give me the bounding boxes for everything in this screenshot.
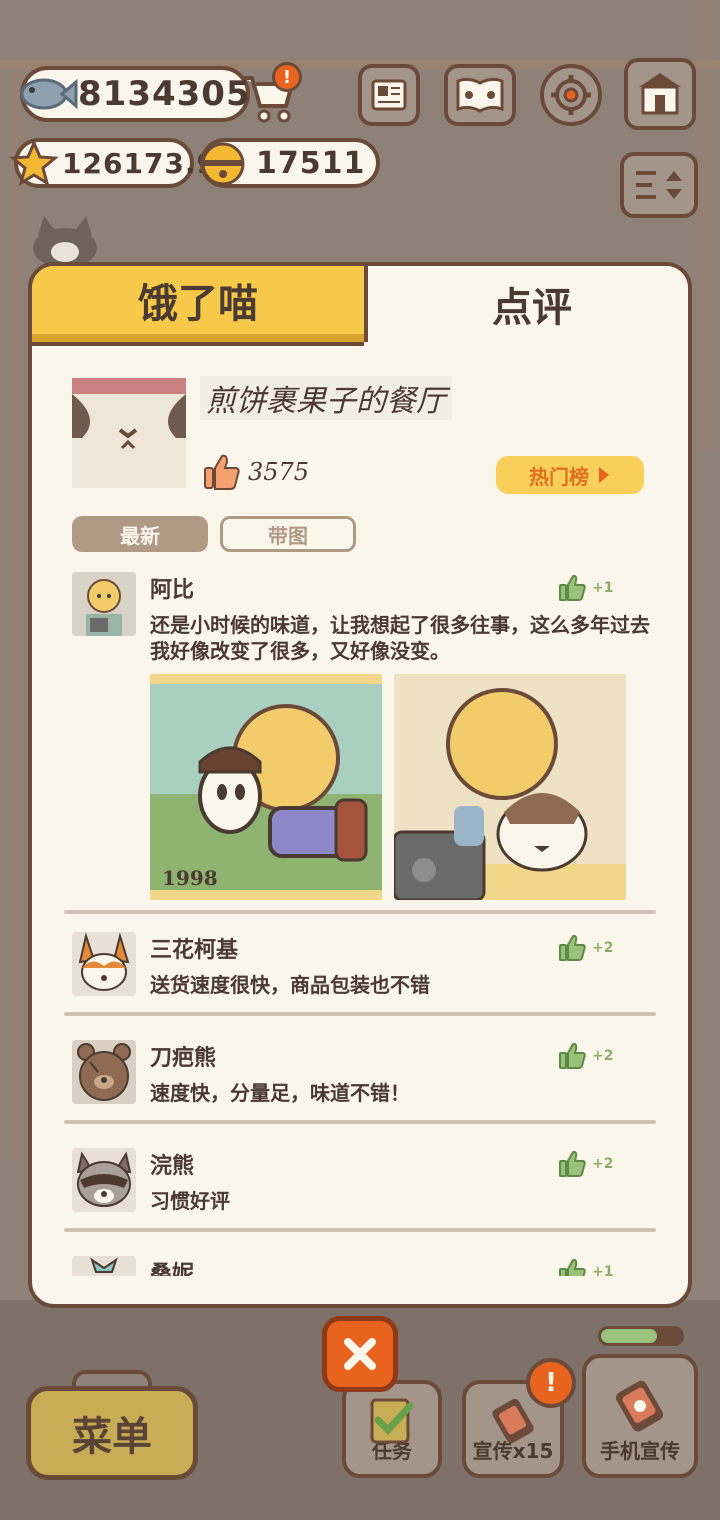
fish-icon xyxy=(20,78,78,110)
thumbs-up-icon xyxy=(559,1042,586,1069)
raccoon-avatar xyxy=(72,1148,136,1212)
reviewer-name: 刀疤熊 xyxy=(150,1046,217,1071)
review-text: 速度快，分量足，味道不错！ xyxy=(150,1081,410,1105)
photo-caption: 1998 xyxy=(162,866,218,890)
review-item: 刀疤熊 +2 速度快，分量足，味道不错！ xyxy=(72,1040,662,1116)
star-amount: 126173.9 xyxy=(62,146,218,180)
background-beam xyxy=(10,60,24,1160)
review-photo[interactable]: 1998 xyxy=(150,674,382,900)
filter-with-photos[interactable]: 带图 xyxy=(220,516,356,552)
avatar xyxy=(72,572,136,636)
paw-book-icon xyxy=(456,77,504,113)
photo-boy-with-cat xyxy=(394,674,626,900)
phone-promote-button[interactable]: 手机宣传 xyxy=(582,1354,698,1478)
reviewer-name: 桑妮 xyxy=(150,1262,195,1276)
newspaper-icon xyxy=(371,79,407,111)
phone-promo-icon xyxy=(492,1398,534,1444)
review-like-button[interactable]: +1 xyxy=(558,574,613,602)
avatar xyxy=(72,1256,136,1276)
bell-icon xyxy=(201,142,245,186)
avatar xyxy=(72,932,136,996)
thumbs-up-icon xyxy=(559,574,586,601)
restaurant-thumbnail xyxy=(72,378,186,488)
tab-reviews[interactable]: 点评 xyxy=(364,266,688,342)
shop-icon xyxy=(639,73,681,115)
avatar xyxy=(72,1148,136,1212)
settings-button[interactable] xyxy=(540,64,602,126)
review-divider xyxy=(64,910,656,914)
gear-icon xyxy=(551,75,591,115)
restaurant-likes: 3575 xyxy=(202,452,309,492)
phone-promo-icon xyxy=(615,1380,664,1432)
review-like-button[interactable]: +2 xyxy=(558,934,613,962)
bald-boy-avatar xyxy=(72,572,136,636)
hot-ranking-label: 热门榜 xyxy=(529,464,589,489)
thumbs-up-icon xyxy=(559,1150,586,1177)
newspaper-button[interactable] xyxy=(358,64,420,126)
review-item: 桑妮 +1 xyxy=(72,1256,662,1276)
thumbs-up-icon xyxy=(559,934,586,961)
reviewer-name: 阿比 xyxy=(150,578,195,603)
promote-alert-badge: ! xyxy=(526,1358,576,1408)
background-cat xyxy=(33,216,97,266)
review-divider xyxy=(64,1228,656,1232)
checklist-icon xyxy=(370,1398,414,1444)
phone-promote-label: 手机宣传 xyxy=(600,1439,680,1463)
fish-amount: 8134305 xyxy=(78,74,251,114)
chevron-right-icon xyxy=(599,467,609,483)
menu-button[interactable]: 菜单 xyxy=(26,1386,198,1480)
star-icon xyxy=(10,140,58,187)
cart-alert-badge: ! xyxy=(272,62,302,92)
tab-divider xyxy=(32,342,364,346)
review-text: 送货速度很快，商品包装也不错 xyxy=(150,973,430,997)
sort-toggle-button[interactable] xyxy=(620,152,698,218)
corgi-avatar xyxy=(72,932,136,996)
reviewer-name: 三花柯基 xyxy=(150,938,239,963)
review-like-count: +1 xyxy=(592,1264,614,1276)
review-like-count: +2 xyxy=(592,940,614,956)
review-item: 三花柯基 +2 送货速度很快，商品包装也不错 xyxy=(72,932,662,1008)
filter-latest[interactable]: 最新 xyxy=(72,516,208,552)
review-like-count: +2 xyxy=(592,1156,614,1172)
thumbs-up-icon xyxy=(204,454,240,490)
close-icon xyxy=(344,1338,376,1370)
review-item: 浣熊 +2 习惯好评 xyxy=(72,1148,662,1224)
thumbs-up-icon xyxy=(559,1258,586,1276)
review-item: 阿比 +1 还是小时候的味道，让我想起了很多往事，这么多年过去我好像改变了很多，… xyxy=(72,572,662,902)
cat-face-thumbnail xyxy=(72,378,186,488)
review-text: 习惯好评 xyxy=(150,1189,230,1213)
sort-icon xyxy=(636,171,682,199)
background-beam xyxy=(696,0,710,450)
bell-amount: 17511 xyxy=(256,145,366,181)
scar-bear-avatar xyxy=(72,1040,136,1104)
phone-promo-progress xyxy=(598,1326,684,1346)
review-like-count: +2 xyxy=(592,1048,614,1064)
progress-fill xyxy=(601,1329,657,1343)
avatar xyxy=(72,1040,136,1104)
sunny-avatar xyxy=(72,1256,136,1276)
review-divider xyxy=(64,1012,656,1016)
review-divider xyxy=(64,1120,656,1124)
close-button[interactable] xyxy=(322,1316,398,1392)
restaurant-name: 煎饼裹果子的餐厅 xyxy=(200,376,452,420)
shop-building-button[interactable] xyxy=(624,58,696,130)
review-panel: 饿了喵 点评 煎饼裹果子的餐厅 3575 热门榜 最新 带图 阿比 +1 还是小… xyxy=(28,262,692,1308)
shop-cart-button[interactable]: ! xyxy=(236,62,302,126)
likes-count: 3575 xyxy=(248,458,310,486)
tab-ele-meow[interactable]: 饿了喵 xyxy=(32,266,364,342)
hot-ranking-button[interactable]: 热门榜 xyxy=(496,456,644,494)
recipe-book-button[interactable] xyxy=(444,64,516,126)
review-like-button[interactable]: +2 xyxy=(558,1042,613,1070)
review-photo[interactable] xyxy=(394,674,626,900)
reviewer-name: 浣熊 xyxy=(150,1154,195,1179)
review-like-button[interactable]: +1 xyxy=(558,1258,613,1276)
task-button[interactable]: 任务 xyxy=(342,1380,442,1478)
review-like-count: +1 xyxy=(592,580,614,596)
review-like-button[interactable]: +2 xyxy=(558,1150,613,1178)
review-text: 还是小时候的味道，让我想起了很多往事，这么多年过去我好像改变了很多，又好像没变。 xyxy=(150,613,650,663)
